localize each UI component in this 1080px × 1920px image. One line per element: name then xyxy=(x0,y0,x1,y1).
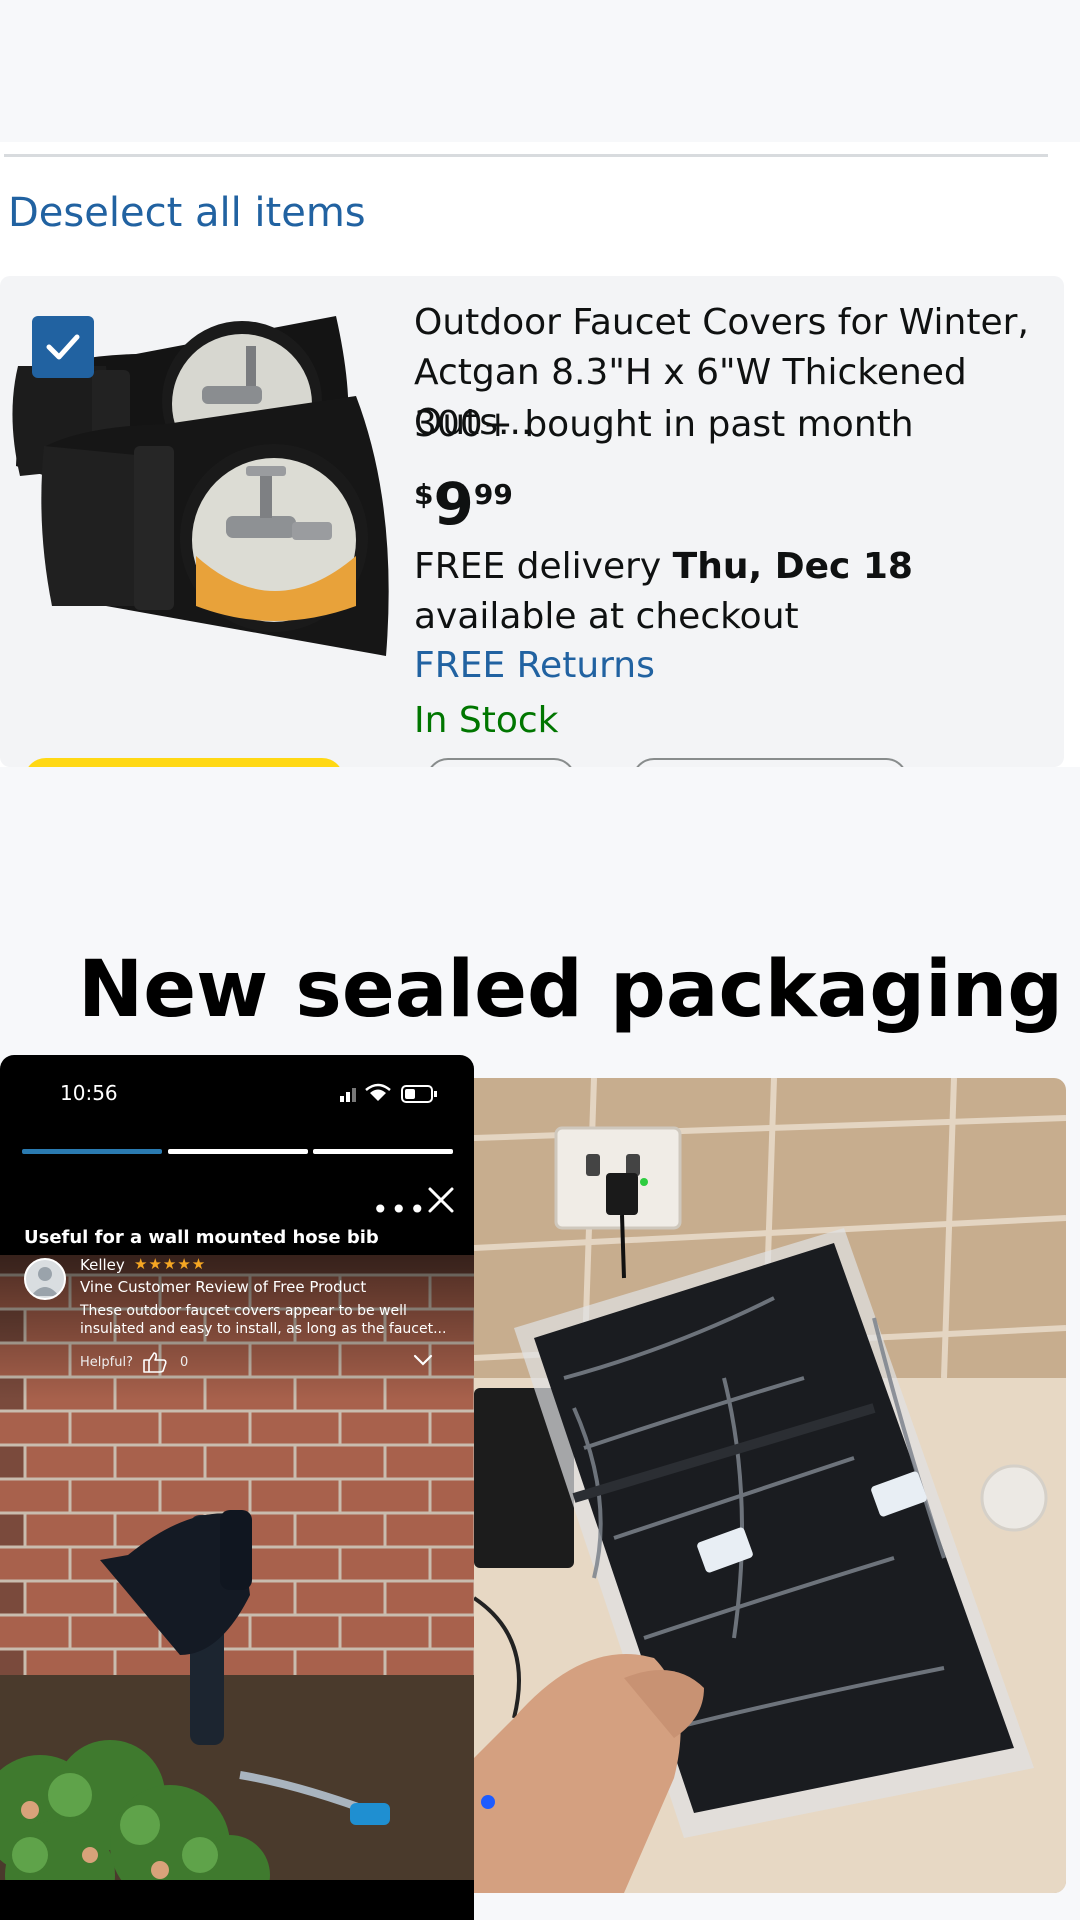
packaging-photo xyxy=(474,1078,1066,1893)
delivery-suffix: available at checkout xyxy=(414,596,799,637)
item-checkbox[interactable] xyxy=(32,316,94,378)
helpful-count: 0 xyxy=(180,1355,189,1370)
story-progress-2 xyxy=(168,1149,308,1154)
divider xyxy=(4,154,1048,157)
user-icon xyxy=(31,1267,59,1296)
stock-status: In Stock xyxy=(414,700,559,741)
review-screenshot: 10:56 ••• Useful for a wall mounted hose… xyxy=(0,1055,474,1920)
review-text[interactable]: These outdoor faucet covers appear to be… xyxy=(80,1302,450,1338)
checkmark-icon xyxy=(46,334,80,360)
bought-count: 300+ bought in past month xyxy=(414,404,914,445)
price-currency: $ xyxy=(414,478,434,511)
more-icon[interactable]: ••• xyxy=(372,1193,428,1226)
helpful-label: Helpful? xyxy=(80,1355,133,1370)
price-fraction: 99 xyxy=(473,478,513,511)
avatar xyxy=(24,1258,66,1300)
thumbs-up-icon[interactable] xyxy=(142,1351,168,1373)
story-progress-3 xyxy=(313,1149,453,1154)
vine-badge: Vine Customer Review of Free Product xyxy=(80,1278,367,1296)
status-time: 10:56 xyxy=(60,1081,118,1105)
free-returns-link[interactable]: FREE Returns xyxy=(414,645,655,686)
delivery-info: FREE delivery Thu, Dec 18 available at c… xyxy=(414,542,1054,642)
price-whole: 9 xyxy=(433,470,474,538)
review-title: Useful for a wall mounted hose bib xyxy=(24,1227,379,1248)
delivery-date: Thu, Dec 18 xyxy=(672,546,913,587)
section-gap xyxy=(0,767,1080,807)
headline: New sealed packaging xyxy=(78,945,1064,1035)
deselect-all-link[interactable]: Deselect all items xyxy=(8,190,366,236)
reviewer-name[interactable]: Kelley xyxy=(80,1256,125,1274)
star-rating: ★★★★★ xyxy=(134,1255,207,1273)
story-progress-1 xyxy=(22,1149,162,1154)
delivery-prefix: FREE delivery xyxy=(414,546,673,587)
top-band xyxy=(0,0,1080,142)
chevron-down-icon[interactable] xyxy=(412,1353,434,1367)
product-price: $999 xyxy=(414,470,513,538)
status-icons xyxy=(340,1083,437,1103)
close-icon[interactable] xyxy=(424,1183,458,1217)
